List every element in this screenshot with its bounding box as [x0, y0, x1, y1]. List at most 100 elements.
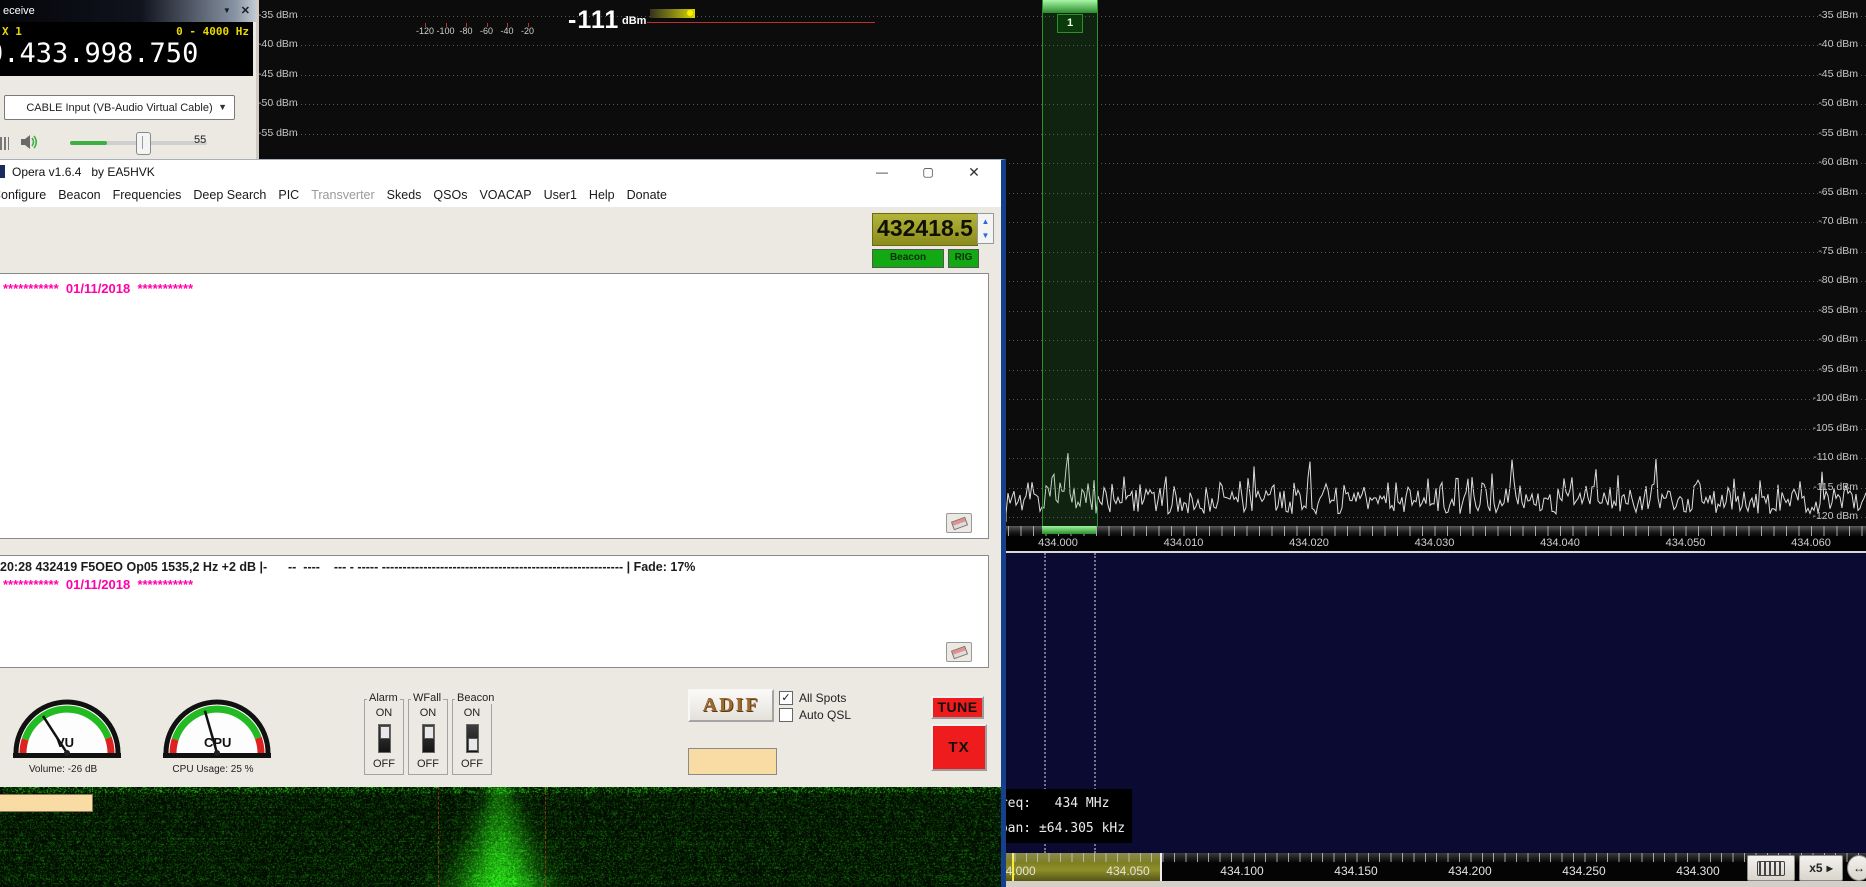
- db-axis-label-right: -55 dBm: [1818, 127, 1858, 139]
- receive-titlebar[interactable]: eceive ▼ ✕: [0, 0, 256, 22]
- receive-controls: CABLE Input (VB-Audio Virtual Cable) ▼ 5…: [0, 76, 253, 159]
- cpu-caption: CPU Usage: 25 %: [148, 764, 278, 775]
- db-axis-label-right: -75 dBm: [1818, 245, 1858, 257]
- db-axis-label-right: -70 dBm: [1818, 215, 1858, 227]
- s-meter-scale-number: -100: [436, 26, 454, 36]
- auto-qsl-label: Auto QSL: [799, 708, 851, 722]
- date-banner: *********** 01/11/2018 ***********: [3, 281, 193, 296]
- vu-gauge: VU: [2, 687, 132, 763]
- freq-span-tooltip: freq: 434 MHz span: ±64.305 kHz: [988, 789, 1132, 843]
- waterfall-info-box: [0, 794, 93, 812]
- zoom-controls: x5 ▶ ↔: [1747, 855, 1866, 881]
- freq-axis-label: 434.000: [1038, 537, 1078, 549]
- db-axis-label-right: -45 dBm: [1818, 68, 1858, 80]
- s-meter: -111 dBm: [506, 0, 906, 40]
- menu-beacon[interactable]: Beacon: [58, 184, 100, 207]
- vu-label: VU: [56, 735, 74, 750]
- wfall-toggle-group: WFall ON OFF: [408, 699, 448, 775]
- close-icon[interactable]: ✕: [958, 162, 990, 182]
- audio-input-value: CABLE Input (VB-Audio Virtual Cable): [26, 102, 212, 114]
- beacon-toggle-group: Beacon ON OFF: [452, 699, 492, 775]
- menu-voacap[interactable]: VOACAP: [479, 184, 531, 207]
- on-label: ON: [365, 707, 403, 719]
- s-meter-scale-number: -20: [521, 26, 534, 36]
- opera-window-buttons: — ▢ ✕: [866, 162, 990, 182]
- db-axis-label-right: -110 dBm: [1813, 451, 1858, 463]
- freq-axis-label: 434.010: [1164, 537, 1204, 549]
- menu-skeds[interactable]: Skeds: [387, 184, 422, 207]
- db-axis-label-right: -100 dBm: [1812, 392, 1858, 404]
- zoom-level-button[interactable]: x5 ▶: [1799, 855, 1843, 881]
- clear-panel-button[interactable]: [946, 642, 972, 662]
- volume-row: 55: [0, 128, 253, 158]
- keyboard-button[interactable]: [1747, 855, 1795, 881]
- collapse-chevron-icon[interactable]: ▼: [223, 0, 231, 22]
- channel-band[interactable]: 1: [1042, 0, 1098, 526]
- tx-button[interactable]: TX: [931, 724, 987, 771]
- menu-user1[interactable]: User1: [544, 184, 577, 207]
- menu-donate[interactable]: Donate: [627, 184, 667, 207]
- alarm-toggle[interactable]: [378, 724, 391, 753]
- receive-titlebar-buttons: ▼ ✕: [223, 0, 250, 22]
- menu-deep-search[interactable]: Deep Search: [193, 184, 266, 207]
- toggle-knob: [424, 726, 434, 739]
- spinner-up-icon[interactable]: ▲: [978, 214, 993, 228]
- freq-axis-label: 434.050: [1666, 537, 1706, 549]
- db-axis-label-right: -95 dBm: [1818, 363, 1858, 375]
- mixer-icon[interactable]: [0, 137, 9, 150]
- callsign-input[interactable]: [688, 748, 777, 775]
- eraser-icon: [950, 516, 967, 530]
- volume-slider-handle[interactable]: [136, 132, 151, 155]
- off-label: OFF: [365, 758, 403, 770]
- speaker-icon[interactable]: [20, 133, 40, 151]
- vfo-frequency[interactable]: 0.433.998.750: [0, 38, 198, 69]
- audio-input-select[interactable]: CABLE Input (VB-Audio Virtual Cable) ▼: [4, 95, 235, 120]
- span-button[interactable]: ↔: [1847, 855, 1866, 881]
- db-axis-label-right: -60 dBm: [1818, 156, 1858, 168]
- audio-waterfall[interactable]: [0, 787, 1003, 887]
- off-label: OFF: [453, 758, 491, 770]
- tooltip-freq: freq: 434 MHz: [992, 796, 1109, 811]
- menu-help[interactable]: Help: [589, 184, 615, 207]
- opera-titlebar[interactable]: Opera v1.6.4 by EA5HVK — ▢ ✕: [0, 160, 1001, 184]
- desktop: 1 -111 dBm freq: 434 MHz span: ±64.305 kH…: [0, 0, 1866, 887]
- menu-frequencies[interactable]: Frequencies: [113, 184, 182, 207]
- rig-button[interactable]: RIG: [948, 249, 979, 268]
- db-axis-label-right: -50 dBm: [1818, 97, 1858, 109]
- auto-qsl-checkbox[interactable]: [779, 708, 793, 722]
- db-axis-label-right: -90 dBm: [1818, 333, 1858, 345]
- beacon-toggle[interactable]: [466, 724, 479, 753]
- spots-panel-upper[interactable]: *********** 01/11/2018 ***********: [0, 273, 989, 539]
- db-axis-label-right: -120 dBm: [1812, 510, 1858, 522]
- cpu-gauge: CPU: [152, 687, 282, 763]
- volume-value: 55: [194, 134, 206, 146]
- minimize-icon[interactable]: —: [866, 162, 898, 182]
- db-axis-label-right: -85 dBm: [1818, 304, 1858, 316]
- maximize-icon[interactable]: ▢: [912, 162, 944, 182]
- tooltip-span: span: ±64.305 kHz: [992, 821, 1125, 836]
- adif-export-button[interactable]: ADIF: [688, 689, 774, 722]
- rx-label: X 1: [2, 25, 22, 38]
- passband-marker-left: [438, 787, 439, 887]
- db-axis-label-left: -50 dBm: [258, 97, 298, 109]
- wfall-toggle[interactable]: [422, 724, 435, 753]
- frequency-stepper: ▲ ▼: [977, 213, 994, 244]
- spots-panel-lower[interactable]: 20:28 432419 F5OEO Op05 1535,2 Hz +2 dB …: [0, 555, 989, 668]
- zoom-level-label: x5: [1809, 861, 1822, 875]
- s-meter-scale-number: -60: [480, 26, 493, 36]
- menu-pic[interactable]: PIC: [278, 184, 299, 207]
- s-meter-scale-number: -40: [500, 26, 513, 36]
- channel-ruler-marker: [1042, 526, 1096, 534]
- opera-app-icon: [0, 165, 5, 178]
- menu-qsos[interactable]: QSOs: [433, 184, 467, 207]
- clear-panel-button[interactable]: [946, 513, 972, 533]
- menu-configure[interactable]: Configure: [0, 184, 46, 207]
- all-spots-checkbox[interactable]: ✓: [779, 691, 793, 705]
- tune-button[interactable]: TUNE: [931, 696, 984, 719]
- close-icon[interactable]: ✕: [241, 0, 250, 22]
- spinner-down-icon[interactable]: ▼: [978, 228, 993, 242]
- beacon-mode-button[interactable]: Beacon: [872, 249, 944, 268]
- opera-window: Opera v1.6.4 by EA5HVK — ▢ ✕ Configure B…: [0, 159, 1006, 887]
- frequency-display-panel: X 1 0 - 4000 Hz 0.433.998.750: [0, 22, 253, 76]
- receive-title: eceive: [3, 5, 35, 17]
